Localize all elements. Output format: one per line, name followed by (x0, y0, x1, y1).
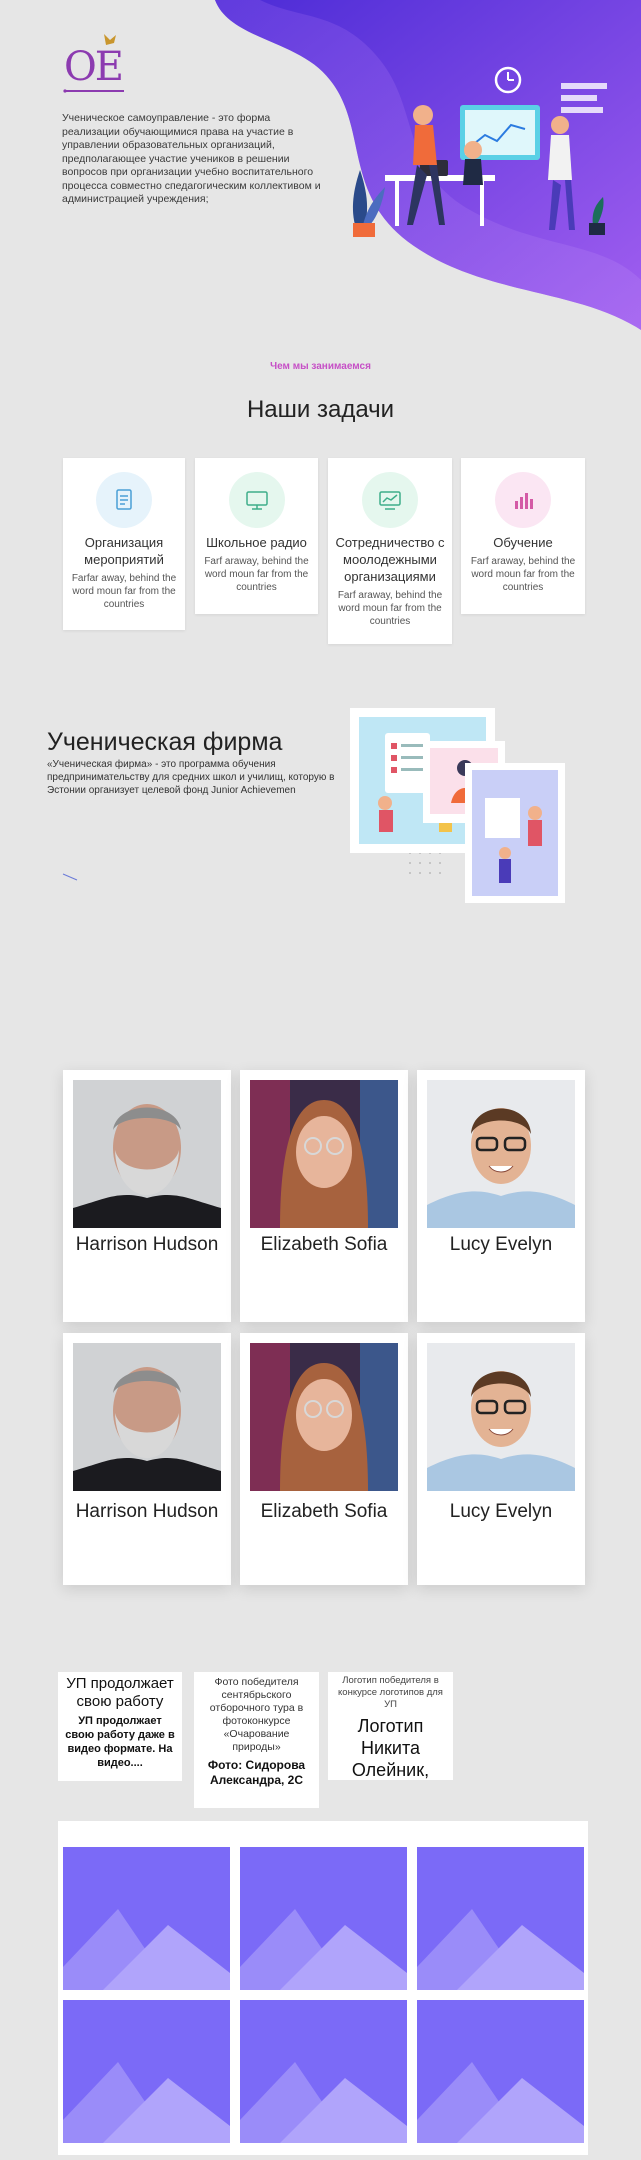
portrait-photo (73, 1343, 221, 1491)
task-card-learning[interactable]: Обучение Farf araway, behind the word mo… (461, 458, 585, 614)
member-name: Elizabeth Sofia (260, 1234, 388, 1255)
hero-illustration (352, 66, 607, 237)
team-card[interactable]: Harrison Hudson (63, 1070, 231, 1322)
member-name: Lucy Evelyn (449, 1234, 553, 1255)
news-text: УП продолжает свою работу даже в видео ф… (65, 1715, 175, 1769)
news-text: Логотип Никита Олейник, 10А (351, 1716, 430, 1780)
member-name: Harrison Hudson (75, 1501, 219, 1522)
task-description: Farf araway, behind the word moun far fr… (470, 556, 576, 593)
portrait-photo (427, 1343, 575, 1491)
image-placeholder-icon (63, 1909, 230, 1990)
monitor-icon (228, 472, 285, 528)
firm-title: Ученическая фирма (47, 728, 283, 756)
news-title: УП продолжает свою работу (66, 1675, 174, 1710)
task-description: Farfar away, behind the word moun far fr… (71, 573, 177, 610)
image-placeholder-icon (240, 2062, 407, 2143)
news-title: Логотип победителя в конкурсе логотипов … (338, 1675, 443, 1710)
document-icon (96, 472, 152, 528)
image-placeholder-icon (240, 1909, 407, 1990)
bar-chart-icon (495, 472, 551, 528)
task-title: Обучение (493, 535, 553, 550)
gallery-image-placeholder[interactable] (63, 1847, 230, 1990)
portrait-photo (250, 1343, 398, 1491)
gallery-image-placeholder[interactable] (417, 2000, 584, 2143)
image-placeholder-icon (417, 2062, 584, 2143)
firm-illustration (350, 708, 565, 903)
tasks-eyebrow: Чем мы занимаемся (270, 361, 371, 372)
team-card[interactable]: Elizabeth Sofia (240, 1333, 408, 1585)
task-description: Farf araway, behind the word moun far fr… (204, 556, 309, 593)
task-title: Сотредничество с моолодежными организаци… (335, 535, 445, 584)
task-title: Школьное радио (206, 535, 307, 550)
team-card[interactable]: Elizabeth Sofia (240, 1070, 408, 1322)
team-card[interactable]: Lucy Evelyn (417, 1070, 585, 1322)
firm-description: «Ученическая фирма» - это программа обуч… (47, 759, 335, 796)
news-title: Фото победителя сентябрьского отборочног… (209, 1676, 304, 1753)
task-card-cooperation[interactable]: Сотредничество с моолодежными организаци… (328, 458, 452, 644)
member-name: Elizabeth Sofia (260, 1501, 388, 1522)
member-name: Harrison Hudson (75, 1234, 219, 1255)
team-card[interactable]: Harrison Hudson (63, 1333, 231, 1585)
monitor-chart-icon (362, 472, 418, 528)
task-card-events[interactable]: Организация мероприятий Farfar away, beh… (63, 458, 185, 630)
portrait-photo (250, 1080, 398, 1228)
image-placeholder-icon (417, 1909, 584, 1990)
task-title: Организация мероприятий (84, 535, 164, 567)
gallery (58, 1821, 588, 2155)
task-card-radio[interactable]: Школьное радио Farf araway, behind the w… (195, 458, 318, 614)
task-description: Farf araway, behind the word moun far fr… (337, 590, 443, 627)
news-card[interactable]: Логотип победителя в конкурсе логотипов … (328, 1672, 453, 1780)
news-card[interactable]: УП продолжает свою работу УП продолжает … (58, 1672, 182, 1781)
news-card[interactable]: Фото победителя сентябрьского отборочног… (194, 1672, 319, 1808)
portrait-photo (73, 1080, 221, 1228)
gallery-image-placeholder[interactable] (240, 1847, 407, 1990)
image-placeholder-icon (63, 2062, 230, 2143)
tasks-title: Наши задачи (246, 396, 395, 423)
gallery-image-placeholder[interactable] (63, 2000, 230, 2143)
member-name: Lucy Evelyn (449, 1501, 553, 1522)
logo-text: OE (64, 44, 124, 90)
team-card[interactable]: Lucy Evelyn (417, 1333, 585, 1585)
portrait-photo (427, 1080, 575, 1228)
gallery-image-placeholder[interactable] (240, 2000, 407, 2143)
news-text: Фото: Сидорова Александра, 2С (207, 1758, 306, 1787)
hero-description: Ученическое самоуправление - это форма р… (62, 112, 321, 205)
gallery-image-placeholder[interactable] (417, 1847, 584, 1990)
decor-stroke (62, 873, 78, 881)
